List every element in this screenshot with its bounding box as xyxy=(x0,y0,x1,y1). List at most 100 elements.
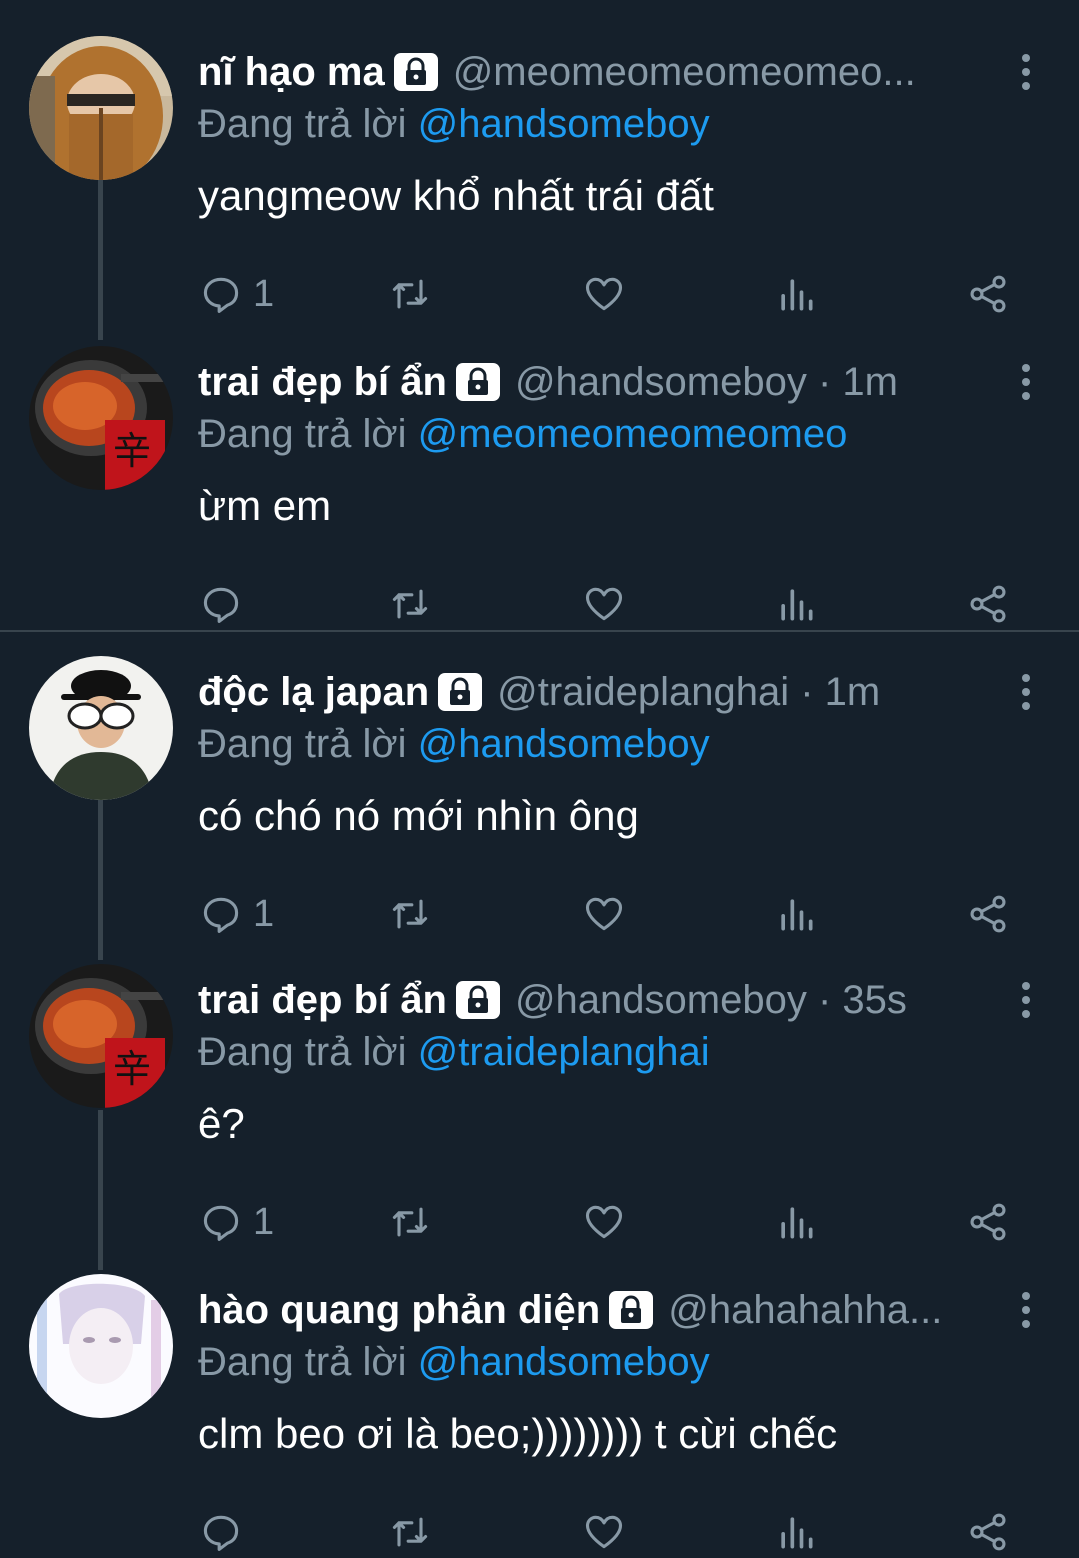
mention-link[interactable]: @handsomeboy xyxy=(418,722,710,766)
tweet[interactable]: 辛 trai đẹp bí ẩn @handsomeboy · 35s Đang… xyxy=(0,964,1079,1264)
replying-to: Đang trả lời @handsomeboy xyxy=(198,1340,710,1385)
share-icon xyxy=(970,895,1006,933)
more-options-icon[interactable] xyxy=(1019,364,1033,404)
heart-icon xyxy=(585,1205,623,1239)
tweet-text: có chó nó mới nhìn ông xyxy=(198,792,639,839)
action-bar: 1 xyxy=(0,268,1079,320)
display-name[interactable]: nĩ hạo ma xyxy=(198,50,385,95)
mention-link[interactable]: @traideplanghai xyxy=(418,1030,710,1074)
share-icon xyxy=(970,1513,1006,1551)
retweet-button[interactable] xyxy=(388,268,432,320)
heart-icon xyxy=(585,587,623,621)
analytics-button[interactable] xyxy=(774,1506,818,1558)
lock-icon xyxy=(455,981,500,1019)
retweet-icon xyxy=(392,899,428,929)
lock-icon xyxy=(609,1291,654,1329)
tweet-text: ừm em xyxy=(198,482,332,529)
reply-count: 1 xyxy=(253,1200,275,1243)
tweet[interactable]: nĩ hạo ma @meomeomeomeomeo... Đang trả l… xyxy=(0,36,1079,336)
share-button[interactable] xyxy=(966,1506,1010,1558)
analytics-icon xyxy=(781,589,813,621)
reply-count: 1 xyxy=(253,272,275,315)
reply-button[interactable]: 1 xyxy=(199,268,274,320)
retweet-icon xyxy=(392,1207,428,1237)
tweet-text: clm beo ơi là beo;)))))))) t cừi chếc xyxy=(198,1410,838,1457)
share-button[interactable] xyxy=(966,268,1010,320)
share-button[interactable] xyxy=(966,1196,1010,1248)
tweet[interactable]: hào quang phản diện @hahahahha... Đang t… xyxy=(0,1274,1079,1554)
display-name[interactable]: hào quang phản diện xyxy=(198,1288,600,1333)
heart-icon xyxy=(585,277,623,311)
mention-link[interactable]: @handsomeboy xyxy=(418,1340,710,1384)
analytics-button[interactable] xyxy=(774,888,818,940)
analytics-button[interactable] xyxy=(774,268,818,320)
mention-link[interactable]: @meomeomeomeomeo xyxy=(418,412,848,456)
handle[interactable]: @hahahahha... xyxy=(668,1288,942,1333)
analytics-icon xyxy=(781,899,813,931)
replying-label: Đang trả lời xyxy=(198,722,407,766)
replying-label: Đang trả lời xyxy=(198,1340,407,1384)
reply-icon xyxy=(203,897,239,933)
analytics-button[interactable] xyxy=(774,578,818,630)
svg-text:辛: 辛 xyxy=(113,429,151,473)
avatar[interactable] xyxy=(29,1274,173,1418)
action-bar: 1 xyxy=(0,888,1079,940)
more-options-icon[interactable] xyxy=(1019,982,1033,1022)
reply-icon xyxy=(203,587,239,623)
display-name[interactable]: trai đẹp bí ẩn xyxy=(198,360,447,405)
more-options-icon[interactable] xyxy=(1019,1292,1033,1332)
tweet-text: yangmeow khổ nhất trái đất xyxy=(198,172,714,219)
avatar[interactable]: 辛 xyxy=(29,346,173,490)
share-button[interactable] xyxy=(966,578,1010,630)
like-button[interactable] xyxy=(582,1506,626,1558)
analytics-button[interactable] xyxy=(774,1196,818,1248)
reply-button[interactable]: 1 xyxy=(199,1196,274,1248)
reply-count: 1 xyxy=(253,892,275,935)
reply-icon xyxy=(203,1205,239,1241)
share-button[interactable] xyxy=(966,888,1010,940)
tweet[interactable]: 辛 trai đẹp bí ẩn @handsomeboy · 1m Đang … xyxy=(0,346,1079,626)
analytics-icon xyxy=(781,1517,813,1549)
display-name[interactable]: trai đẹp bí ẩn xyxy=(198,978,447,1023)
lock-icon xyxy=(455,363,500,401)
replying-to: Đang trả lời @handsomeboy xyxy=(198,102,710,147)
retweet-button[interactable] xyxy=(388,578,432,630)
heart-icon xyxy=(585,897,623,931)
action-bar xyxy=(0,1506,1079,1558)
more-options-icon[interactable] xyxy=(1019,674,1033,714)
replying-label: Đang trả lời xyxy=(198,412,407,456)
tweet-text: ê? xyxy=(198,1100,245,1147)
display-name[interactable]: độc lạ japan xyxy=(198,670,429,715)
replying-label: Đang trả lời xyxy=(198,102,407,146)
analytics-icon xyxy=(781,1207,813,1239)
reply-button[interactable]: 1 xyxy=(199,888,274,940)
handle[interactable]: @handsomeboy · 35s xyxy=(515,978,907,1023)
more-options-icon[interactable] xyxy=(1019,54,1033,94)
conversation-divider xyxy=(0,630,1079,632)
tweet[interactable]: độc lạ japan @traideplanghai · 1m Đang t… xyxy=(0,656,1079,956)
like-button[interactable] xyxy=(582,1196,626,1248)
reply-button[interactable] xyxy=(199,578,253,630)
retweet-icon xyxy=(392,589,428,619)
svg-text:辛: 辛 xyxy=(113,1047,151,1091)
like-button[interactable] xyxy=(582,888,626,940)
share-icon xyxy=(970,585,1006,623)
handle[interactable]: @handsomeboy · 1m xyxy=(515,360,898,405)
action-bar: 1 xyxy=(0,1196,1079,1248)
mention-link[interactable]: @handsomeboy xyxy=(418,102,710,146)
like-button[interactable] xyxy=(582,578,626,630)
retweet-button[interactable] xyxy=(388,1196,432,1248)
handle[interactable]: @meomeomeomeomeo... xyxy=(453,50,916,95)
reply-button[interactable] xyxy=(199,1506,253,1558)
replying-to: Đang trả lời @traideplanghai xyxy=(198,1030,710,1075)
action-bar xyxy=(0,578,1079,630)
share-icon xyxy=(970,1203,1006,1241)
avatar[interactable] xyxy=(29,36,173,180)
handle[interactable]: @traideplanghai · 1m xyxy=(497,670,880,715)
retweet-button[interactable] xyxy=(388,1506,432,1558)
avatar[interactable]: 辛 xyxy=(29,964,173,1108)
heart-icon xyxy=(585,1515,623,1549)
avatar[interactable] xyxy=(29,656,173,800)
like-button[interactable] xyxy=(582,268,626,320)
retweet-button[interactable] xyxy=(388,888,432,940)
